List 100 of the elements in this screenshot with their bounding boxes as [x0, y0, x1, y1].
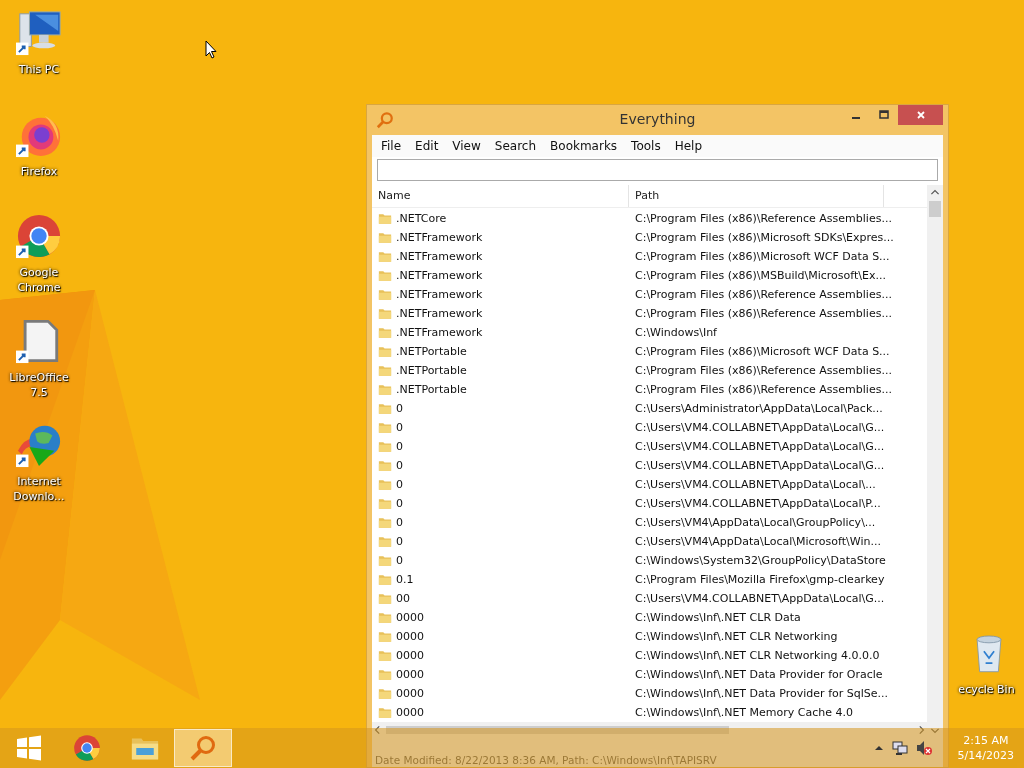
file-name[interactable]: .NETPortable [396, 383, 467, 396]
magnifier-icon[interactable] [189, 734, 217, 762]
file-name[interactable]: 00 [396, 592, 410, 605]
folder-icon [378, 630, 392, 643]
file-path[interactable]: C:\Program Files (x86)\Reference Assemblies... [635, 364, 892, 377]
file-name[interactable]: 0 [396, 459, 403, 472]
file-name[interactable]: 0 [396, 497, 403, 510]
taskbar-button[interactable] [174, 729, 232, 767]
file-path[interactable]: C:\Windows\System32\GroupPolicy\DataStore [635, 554, 886, 567]
file-name[interactable]: .NETFramework [396, 288, 483, 301]
file-path[interactable]: C:\Users\VM4\AppData\Local\Microsoft\Win... [635, 535, 881, 548]
folder-icon [378, 288, 392, 301]
folder-icon [378, 326, 392, 339]
file-name[interactable]: 0000 [396, 611, 424, 624]
file-name[interactable]: 0000 [396, 687, 424, 700]
folder-icon [378, 649, 392, 662]
file-name[interactable]: 0 [396, 535, 403, 548]
file-name[interactable]: 0 [396, 478, 403, 491]
folder-icon [378, 459, 392, 472]
file-path[interactable]: C:\Program Files (x86)\Reference Assemblies... [635, 288, 892, 301]
file-path[interactable]: C:\Windows\Inf\.NET CLR Networking [635, 630, 838, 643]
file-path[interactable]: C:\Users\VM4.COLLABNET\AppData\Local\... [635, 478, 876, 491]
file-name[interactable]: 0000 [396, 630, 424, 643]
close-icon[interactable] [915, 110, 926, 120]
folder-icon [378, 687, 392, 700]
scroll-thumb[interactable] [929, 201, 941, 217]
file-path[interactable]: C:\Users\VM4.COLLABNET\AppData\Local\G... [635, 440, 885, 453]
menu-item[interactable]: Help [668, 139, 711, 153]
folder-icon [378, 269, 392, 282]
file-path[interactable]: C:\Users\VM4.COLLABNET\AppData\Local\P... [635, 497, 881, 510]
file-path[interactable]: C:\Program Files (x86)\Microsoft SDKs\Expres... [635, 231, 894, 244]
close-button[interactable] [898, 105, 943, 125]
folder-icon [378, 706, 392, 719]
file-path[interactable]: C:\Users\VM4.COLLABNET\AppData\Local\G... [635, 421, 885, 434]
file-path[interactable]: C:\Windows\Inf\.NET CLR Data [635, 611, 801, 624]
file-name[interactable]: .NETFramework [396, 231, 483, 244]
vertical-scrollbar[interactable] [927, 185, 943, 738]
file-name[interactable]: .NETFramework [396, 250, 483, 263]
folder-icon [378, 383, 392, 396]
menu-item[interactable]: File [375, 139, 410, 153]
file-name[interactable]: 0000 [396, 649, 424, 662]
chrome-icon[interactable] [73, 734, 101, 762]
file-path[interactable]: C:\Windows\Inf\.NET Data Provider for SqlSe... [635, 687, 889, 700]
file-path[interactable]: C:\Users\VM4.COLLABNET\AppData\Local\G... [635, 459, 885, 472]
file-path[interactable]: C:\Program Files (x86)\Reference Assemblies... [635, 383, 892, 396]
folder-icon [378, 573, 392, 586]
speaker-muted-icon[interactable] [915, 740, 932, 756]
file-name[interactable]: 0 [396, 516, 403, 529]
menu-item[interactable]: Tools [625, 139, 669, 153]
folder-icon [378, 250, 392, 263]
column-header[interactable]: Name [372, 185, 629, 207]
folder-icon [378, 611, 392, 624]
file-name[interactable]: 0000 [396, 668, 424, 681]
file-name[interactable]: 0 [396, 554, 403, 567]
windows-logo-icon[interactable] [15, 734, 43, 762]
folder-icon [378, 554, 392, 567]
folder-icon [378, 592, 392, 605]
file-path[interactable]: C:\Users\VM4\AppData\Local\GroupPolicy\... [635, 516, 876, 529]
menu-item[interactable]: View [446, 139, 489, 153]
file-path[interactable]: C:\Program Files (x86)\Microsoft WCF Data S... [635, 250, 890, 263]
folder-icon [378, 516, 392, 529]
file-path[interactable]: C:\Windows\Inf\.NET CLR Networking 4.0.0.0 [635, 649, 880, 662]
maximize-icon[interactable] [879, 110, 889, 120]
folder-icon [378, 345, 392, 358]
file-path[interactable]: C:\Windows\Inf\.NET Memory Cache 4.0 [635, 706, 854, 719]
menu-item[interactable]: Search [488, 139, 545, 153]
file-path[interactable]: C:\Program Files (x86)\MSBuild\Microsoft\Ex... [635, 269, 886, 282]
computer-icon[interactable] [16, 10, 62, 56]
file-name[interactable]: 0.1 [396, 573, 414, 586]
status-bar-text: Date Modified: 8/22/2013 8:36 AM, Path: C:\Windows\Inf\TAPISRV [375, 754, 717, 766]
search-field[interactable] [377, 159, 938, 181]
mouse-pointer-icon [205, 40, 217, 59]
file-name[interactable]: .NETPortable [396, 345, 467, 358]
file-path[interactable]: C:\Users\Administrator\AppData\Local\Pack... [635, 402, 883, 415]
file-name[interactable]: 0 [396, 440, 403, 453]
menu-item[interactable]: Bookmarks [544, 139, 626, 153]
file-path[interactable]: C:\Program Files (x86)\Reference Assemblies... [635, 307, 892, 320]
file-path[interactable]: C:\Windows\Inf\.NET Data Provider for Oracle [635, 668, 883, 681]
folder-icon [378, 668, 392, 681]
file-name[interactable]: .NETFramework [396, 307, 483, 320]
file-name[interactable]: .NETPortable [396, 364, 467, 377]
scroll-thumb[interactable] [386, 726, 729, 734]
column-header[interactable]: Path [629, 185, 884, 207]
file-name[interactable]: 0000 [396, 706, 424, 719]
chrome-icon[interactable] [16, 213, 62, 259]
file-name[interactable]: 0 [396, 402, 403, 415]
file-path[interactable]: C:\Program Files\Mozilla Firefox\gmp-clearkey [635, 573, 885, 586]
file-path[interactable]: C:\Users\VM4.COLLABNET\AppData\Local\G... [635, 592, 885, 605]
caret-up-icon[interactable] [873, 743, 884, 753]
file-path[interactable]: C:\Windows\Inf [635, 326, 717, 339]
file-path[interactable]: C:\Program Files (x86)\Microsoft WCF Data S... [635, 345, 890, 358]
folder-icon [378, 402, 392, 415]
network-icon[interactable] [891, 740, 908, 756]
file-name[interactable]: 0 [396, 421, 403, 434]
menu-item[interactable]: Edit [409, 139, 447, 153]
file-name[interactable]: .NETFramework [396, 326, 483, 339]
file-name[interactable]: .NETFramework [396, 269, 483, 282]
folder-icon [378, 478, 392, 491]
file-name[interactable]: .NETCore [396, 212, 447, 225]
file-path[interactable]: C:\Program Files (x86)\Reference Assemblies... [635, 212, 892, 225]
